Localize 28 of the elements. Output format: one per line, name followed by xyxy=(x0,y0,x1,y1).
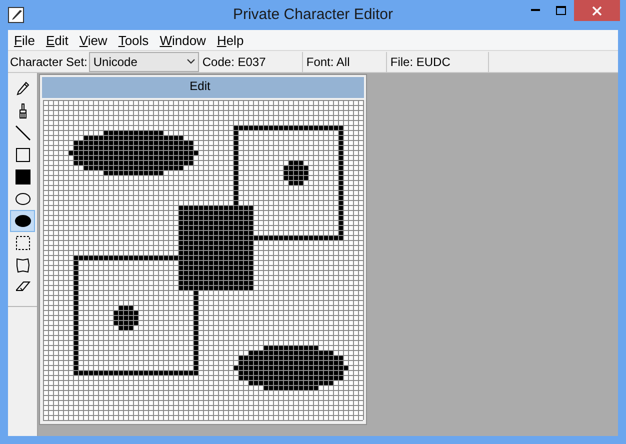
close-button[interactable] xyxy=(574,0,620,21)
edit-window-title: Edit xyxy=(190,78,212,95)
line-icon xyxy=(14,125,30,141)
pencil-icon xyxy=(14,81,30,97)
minimize-icon xyxy=(530,9,540,11)
menu-item[interactable]: Help xyxy=(212,30,249,50)
character-set-label: Character Set: xyxy=(9,54,88,70)
close-icon xyxy=(592,6,602,16)
menu-item[interactable]: Edit xyxy=(40,30,74,50)
menu-item[interactable]: File xyxy=(9,30,40,50)
chevron-down-icon xyxy=(187,59,196,64)
menu-item[interactable]: Window xyxy=(154,30,211,50)
window-title: Private Character Editor xyxy=(232,4,394,25)
ellipse-icon xyxy=(14,191,30,207)
menu-item[interactable]: Tools xyxy=(113,30,154,50)
filled-ellipse-icon xyxy=(14,213,30,229)
code-field: Code: E037 xyxy=(199,52,304,72)
filled-rectangle-icon xyxy=(14,169,30,185)
menu-item[interactable]: View xyxy=(74,30,112,50)
file-field: File: EUDC xyxy=(387,52,490,72)
maximize-icon xyxy=(556,6,566,14)
font-field: Font: All xyxy=(303,52,388,72)
rectangle-icon xyxy=(14,147,30,163)
dashed-rectangle-icon xyxy=(14,235,30,251)
app-icon xyxy=(8,7,24,23)
character-set-dropdown[interactable]: Unicode xyxy=(89,52,200,72)
tool-button[interactable] xyxy=(10,210,35,232)
freeform-shape-icon xyxy=(14,257,30,273)
